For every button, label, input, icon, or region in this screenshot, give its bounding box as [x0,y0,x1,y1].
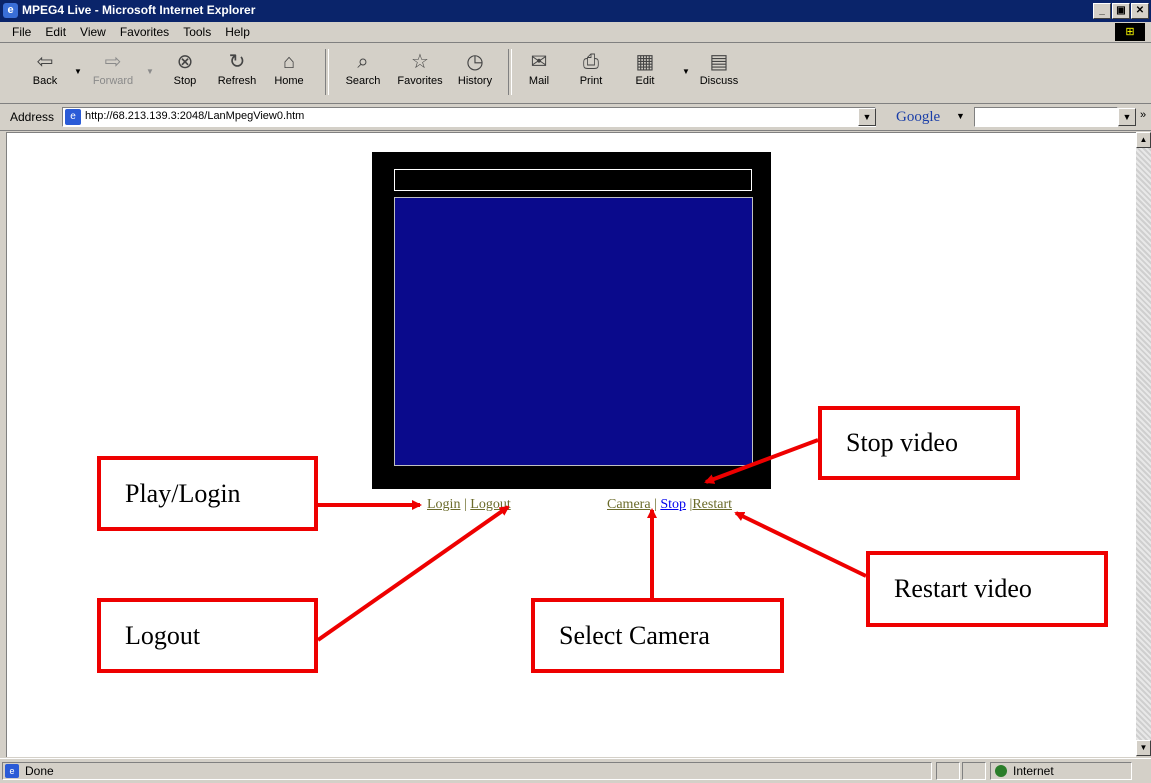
discuss-icon: ▤ [709,51,729,73]
forward-arrow-icon: ⇨ [104,51,122,73]
video-title-bar [394,169,752,191]
logout-link[interactable]: Logout [470,497,510,512]
back-arrow-icon: ⇦ [36,51,54,73]
maximize-button[interactable]: ▣ [1112,3,1130,19]
ie-icon: e [3,3,18,18]
menu-edit[interactable]: Edit [45,25,66,39]
refresh-button[interactable]: ↻ Refresh [214,45,260,99]
address-label: Address [10,110,55,124]
video-player [372,152,771,489]
google-dropdown-icon[interactable]: ▼ [956,111,965,121]
toolbar: ⇦ Back ▼ ⇨ Forward ▼ ⊗ Stop ↻ Refresh ⌂ … [0,43,1151,104]
status-bar: e Done Internet [0,758,1151,783]
favorites-button[interactable]: ☆ Favorites [392,45,448,99]
discuss-button[interactable]: ▤ Discuss [696,45,742,99]
google-toolbar-button[interactable]: Google [896,109,940,126]
edit-button[interactable]: ▦ Edit [622,45,668,99]
stop-link[interactable]: Stop [660,497,686,512]
internet-globe-icon [995,765,1007,777]
toolbar-separator [508,49,512,95]
google-search-dropdown-icon[interactable]: ▼ [1118,108,1136,126]
callout-play-login: Play/Login [97,456,318,531]
back-button[interactable]: ⇦ Back [22,45,68,99]
print-icon: ⎙ [583,51,599,73]
status-pane [936,762,960,780]
windows-logo-icon: ⊞ [1115,23,1145,41]
edit-dropdown-icon[interactable]: ▼ [682,67,690,76]
minimize-button[interactable]: _ [1093,3,1111,19]
refresh-icon: ↻ [228,51,246,73]
home-icon: ⌂ [282,51,296,73]
callout-logout: Logout [97,598,318,673]
vertical-scrollbar[interactable]: ▲ ▼ [1136,132,1151,756]
menu-file[interactable]: File [12,25,31,39]
login-links: Login | Logout [427,497,511,512]
stop-icon: ⊗ [176,51,194,73]
callout-select-camera: Select Camera [531,598,784,673]
video-screen[interactable] [394,197,753,466]
address-bar: Address e http://68.213.139.3:2048/LanMp… [0,104,1151,131]
menu-help[interactable]: Help [225,25,250,39]
camera-links: Camera | Stop |Restart [607,497,732,512]
menu-favorites[interactable]: Favorites [120,25,169,39]
search-icon: ⌕ [357,51,369,73]
mail-icon: ✉ [530,51,548,73]
word-edit-icon: ▦ [635,51,655,73]
favorites-icon: ☆ [411,51,429,73]
forward-dropdown-icon[interactable]: ▼ [146,67,154,76]
search-button[interactable]: ⌕ Search [340,45,386,99]
back-dropdown-icon[interactable]: ▼ [74,67,82,76]
page-status-icon: e [5,764,19,778]
callout-stop-video: Stop video [818,406,1020,480]
address-dropdown-icon[interactable]: ▼ [858,108,876,126]
page-icon: e [65,109,81,125]
forward-button[interactable]: ⇨ Forward [90,45,136,99]
security-zone-pane: Internet [990,762,1132,780]
title-bar: e MPEG4 Live - Microsoft Internet Explor… [0,0,1151,22]
history-button[interactable]: ◷ History [452,45,498,99]
stop-button[interactable]: ⊗ Stop [162,45,208,99]
menu-bar: File Edit View Favorites Tools Help ⊞ [0,22,1151,43]
google-search-input[interactable] [974,107,1118,127]
callout-restart-video: Restart video [866,551,1108,627]
camera-link[interactable]: Camera [607,497,651,512]
mail-button[interactable]: ✉ Mail [516,45,562,99]
close-button[interactable]: ✕ [1131,3,1149,19]
history-icon: ◷ [466,51,484,73]
menu-view[interactable]: View [80,25,106,39]
login-link[interactable]: Login [427,497,460,512]
restart-link[interactable]: Restart [692,497,732,512]
scroll-down-icon[interactable]: ▼ [1136,740,1151,756]
scroll-up-icon[interactable]: ▲ [1136,132,1151,148]
home-button[interactable]: ⌂ Home [266,45,312,99]
status-pane [962,762,986,780]
status-text-pane: e Done [2,762,932,780]
toolbar-separator [325,49,329,95]
window-title: MPEG4 Live - Microsoft Internet Explorer [22,3,256,17]
address-input[interactable]: e http://68.213.139.3:2048/LanMpegView0.… [62,107,876,127]
print-button[interactable]: ⎙ Print [568,45,614,99]
menu-tools[interactable]: Tools [183,25,211,39]
toolbar-overflow-icon[interactable]: » [1140,109,1146,121]
